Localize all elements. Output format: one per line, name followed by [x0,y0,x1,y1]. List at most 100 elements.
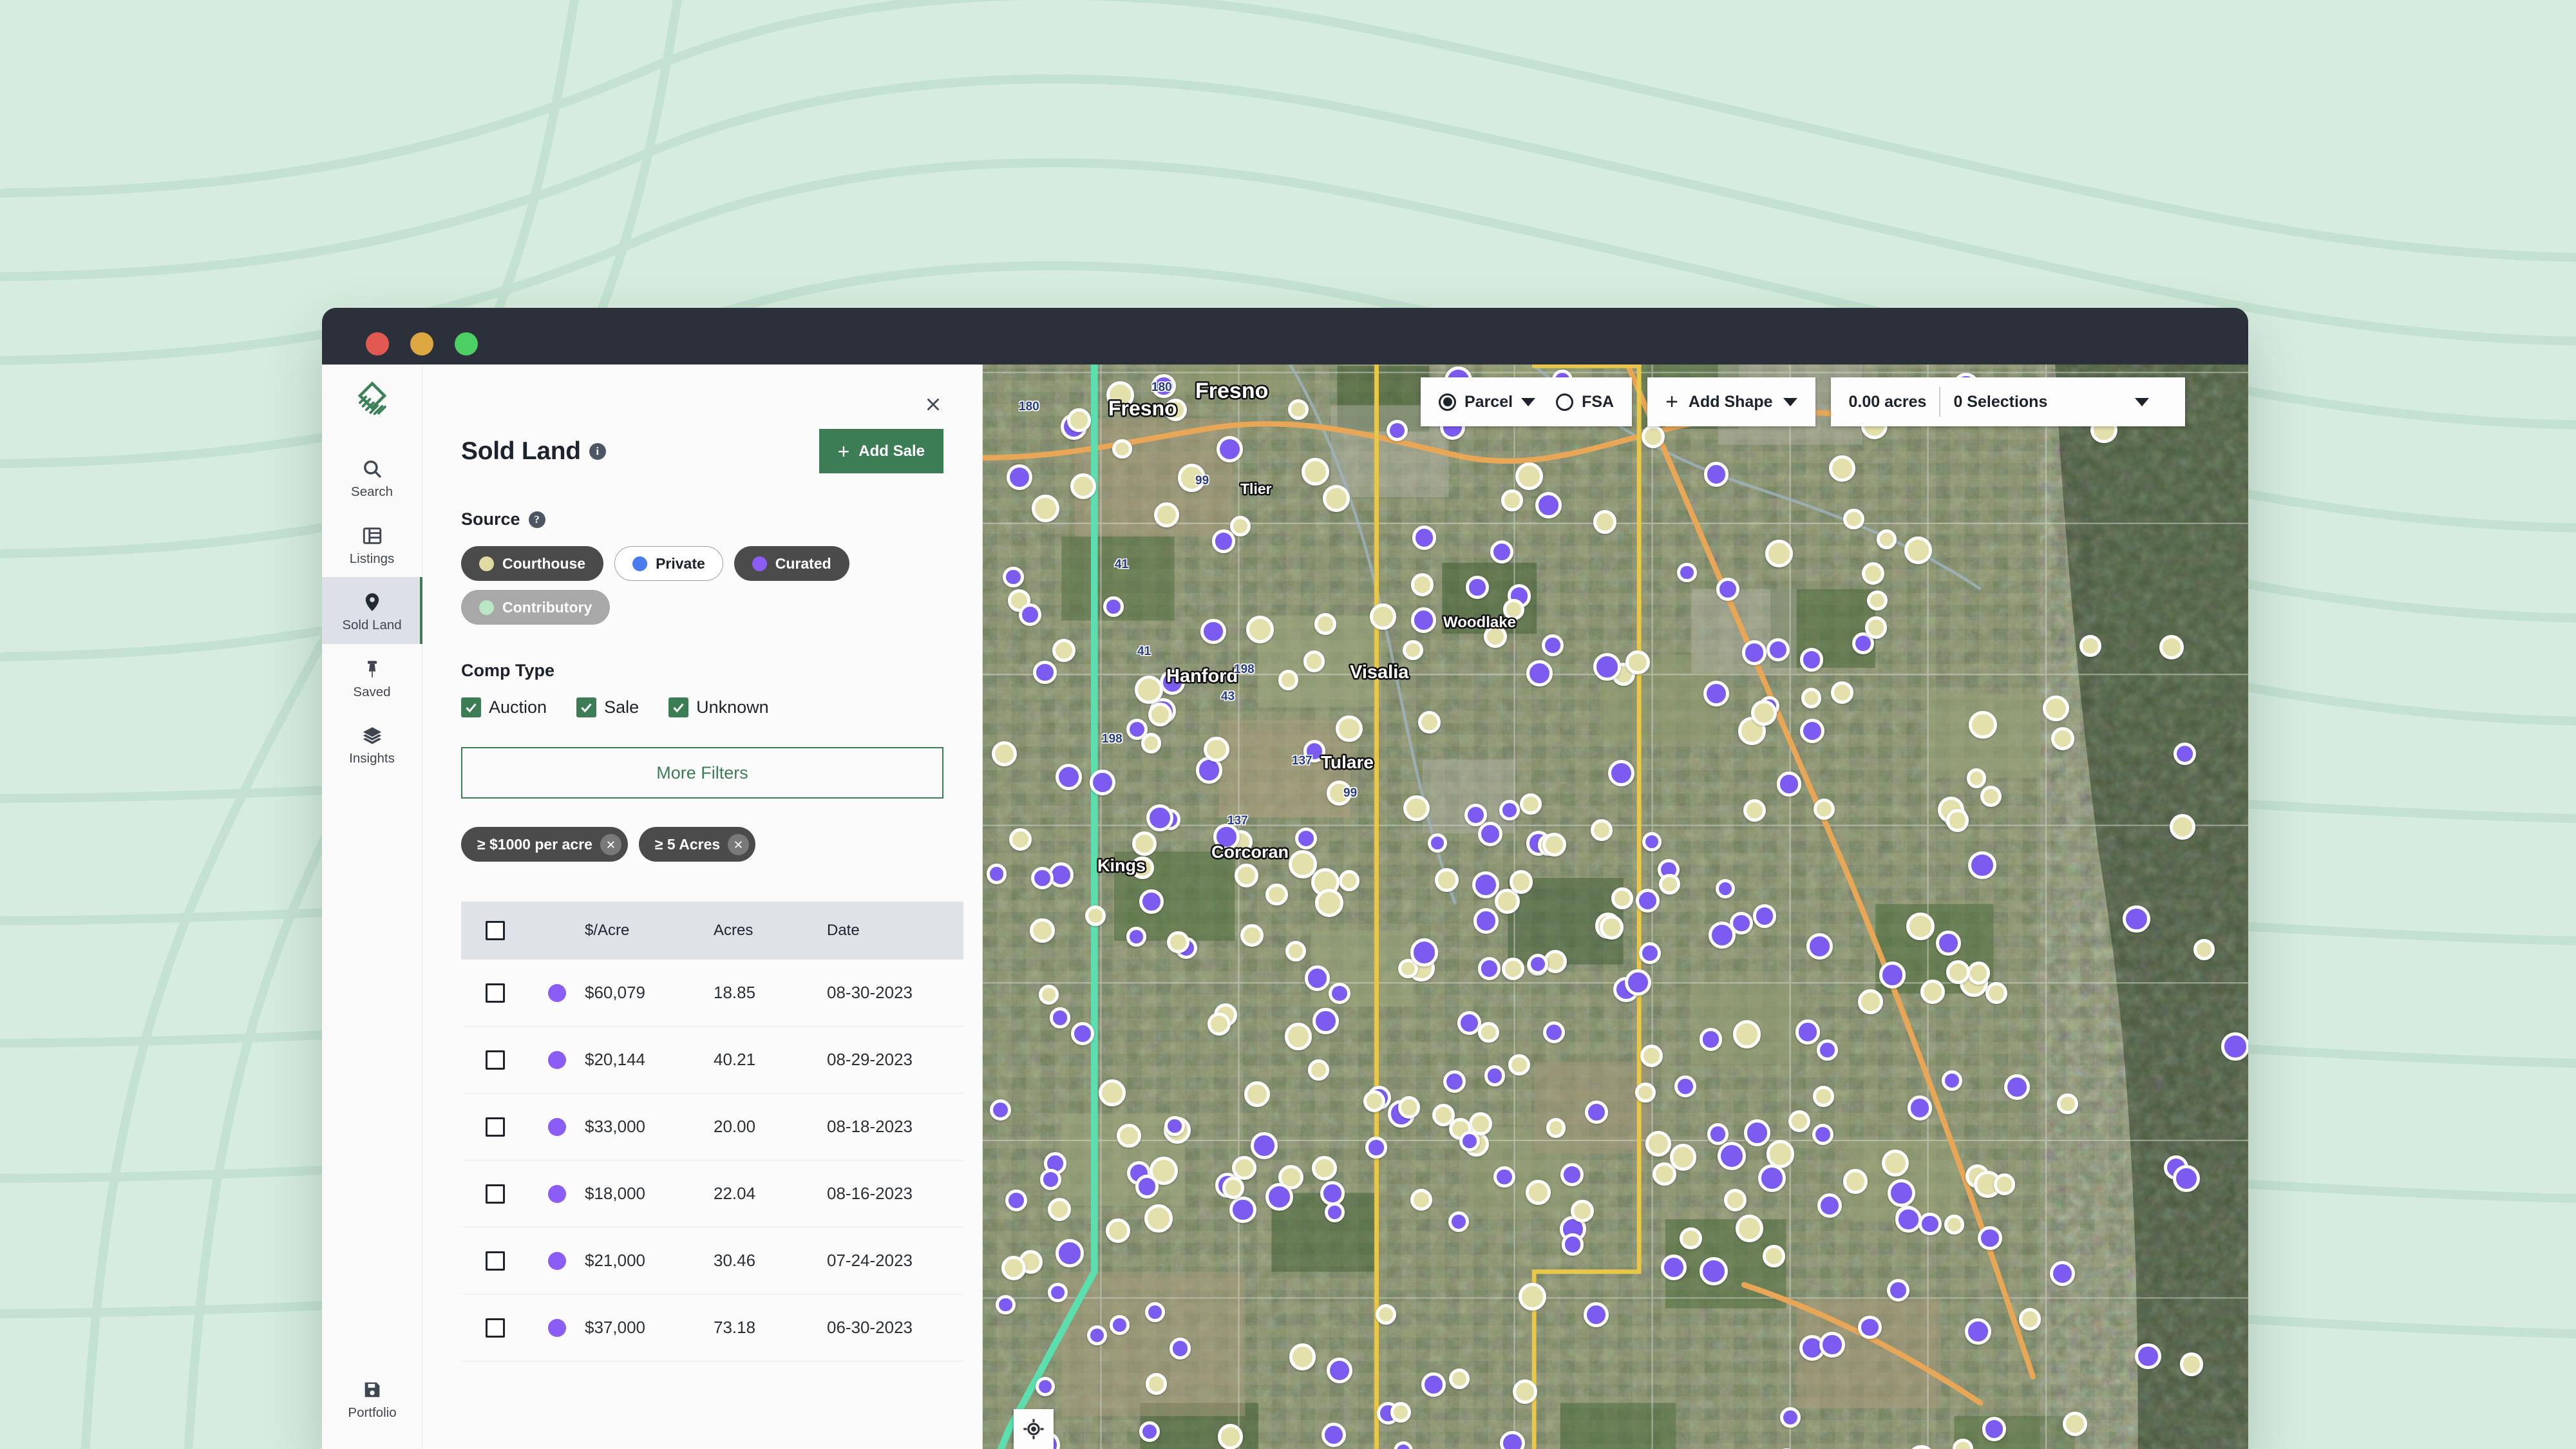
map-pin-curated[interactable] [1211,529,1236,553]
map-pin-curated[interactable] [1018,603,1041,627]
map-pin-curated[interactable] [1146,804,1173,832]
map-pin-courthouse[interactable] [1593,510,1617,534]
map-pin-courthouse[interactable] [1222,1177,1245,1199]
map-pin-curated[interactable] [1535,491,1562,518]
map-pin-courthouse[interactable] [1217,1424,1244,1449]
map-pin-curated[interactable] [1466,576,1489,599]
map-pin-courthouse[interactable] [1141,733,1162,753]
map-pin-courthouse[interactable] [1322,485,1350,513]
map-pin-curated[interactable] [1936,931,1961,956]
map-pin-courthouse[interactable] [1326,781,1352,806]
map-pin-curated[interactable] [1982,1417,2007,1441]
map-pin-courthouse[interactable] [1904,536,1932,565]
map-pin-curated[interactable] [1887,1179,1915,1207]
map-pin-courthouse[interactable] [1164,398,1188,422]
source-chip-curated[interactable]: Curated [734,546,849,581]
map-pin-curated[interactable] [1978,1226,2002,1251]
map-pin-curated[interactable] [1752,904,1777,928]
map-pin-courthouse[interactable] [1881,1150,1909,1177]
table-row[interactable]: $18,000 22.04 08-16-2023 [461,1160,963,1227]
map-pin-curated[interactable] [1528,953,1549,974]
window-minimize-button[interactable] [410,332,433,355]
map-pin-courthouse[interactable] [1503,599,1524,620]
map-pin-curated[interactable] [1819,1332,1846,1358]
map-pin-curated[interactable] [1895,1206,1922,1233]
map-pin-courthouse[interactable] [1148,702,1172,726]
map-pin-courthouse[interactable] [1502,958,1525,980]
map-pin-curated[interactable] [2134,1343,2161,1370]
map-pin-curated[interactable] [1321,1422,1347,1448]
map-pin-curated[interactable] [1160,669,1186,695]
map-pin-curated[interactable] [1135,1175,1159,1198]
map-pin-courthouse[interactable] [1570,1199,1594,1223]
window-zoom-button[interactable] [455,332,478,355]
map-pin-curated[interactable] [1151,374,1176,399]
map-pin-curated[interactable] [1145,1302,1166,1322]
map-pin-curated[interactable] [1071,1021,1095,1045]
map-pin-courthouse[interactable] [1098,1079,1126,1106]
map-pin-courthouse[interactable] [1303,650,1325,672]
map-pin-curated[interactable] [1561,1233,1584,1256]
filter-pill-acres[interactable]: ≥ 5 Acres [638,827,756,862]
map-pin-courthouse[interactable] [1403,795,1430,822]
row-checkbox[interactable] [486,1050,505,1070]
map-pin-courthouse[interactable] [1105,1218,1131,1243]
map-pin-courthouse[interactable] [1289,1343,1316,1371]
map-pin-curated[interactable] [2172,1165,2200,1192]
map-pin-curated[interactable] [1499,800,1520,820]
map-pin-curated[interactable] [1448,1211,1469,1232]
map-pin-courthouse[interactable] [1969,710,1998,739]
map-pin-courthouse[interactable] [1484,625,1507,648]
map-pin-courthouse[interactable] [1944,1214,1964,1235]
map-pin-courthouse[interactable] [2043,695,2069,722]
map-pin-curated[interactable] [1213,824,1240,850]
map-pin-courthouse[interactable] [1030,918,1055,943]
info-icon[interactable]: i [589,442,606,460]
column-header-date[interactable]: Date [827,922,963,940]
map-pin-curated[interactable] [1758,1164,1786,1193]
map-pin-courthouse[interactable] [1876,529,1897,550]
map-pin-courthouse[interactable] [1302,457,1330,486]
map-pin-courthouse[interactable] [1167,931,1189,954]
map-pin-courthouse[interactable] [1512,1379,1537,1405]
map-pin-curated[interactable] [1817,1193,1842,1218]
map-pin-courthouse[interactable] [1289,850,1317,878]
map-pin-courthouse[interactable] [1312,1155,1337,1181]
map-pin-curated[interactable] [1126,927,1146,947]
add-shape-group[interactable]: + Add Shape [1647,377,1815,426]
map-pin-curated[interactable] [1056,1239,1084,1267]
map-pin-curated[interactable] [1410,938,1439,967]
map-pin-curated[interactable] [1200,618,1226,645]
map-pin-curated[interactable] [1639,942,1661,964]
map-pin-curated[interactable] [1329,982,1350,1004]
map-pin-courthouse[interactable] [1861,562,1884,585]
map-pin-courthouse[interactable] [1830,681,1853,704]
map-pin-courthouse[interactable] [1864,616,1887,639]
row-checkbox[interactable] [486,1184,505,1204]
map-pin-courthouse[interactable] [2159,634,2184,659]
sidebar-item-saved[interactable]: Saved [322,644,422,711]
map-pin-courthouse[interactable] [1234,863,1258,887]
column-header-acres[interactable]: Acres [714,922,827,940]
map-pin-curated[interactable] [1048,1282,1068,1303]
map-pin-curated[interactable] [1593,653,1621,681]
window-close-button[interactable] [366,332,389,355]
map-pin-curated[interactable] [2050,1261,2076,1286]
map-pin-courthouse[interactable] [1659,873,1680,895]
map-pin-curated[interactable] [986,864,1007,884]
map-pin-curated[interactable] [2221,1032,2248,1061]
table-row[interactable]: $20,144 40.21 08-29-2023 [461,1027,963,1094]
table-row[interactable]: $60,079 18.85 08-30-2023 [461,960,963,1027]
map-pin-curated[interactable] [1716,578,1740,601]
map-pin-courthouse[interactable] [1048,1197,1072,1221]
chevron-down-icon[interactable] [1521,397,1536,406]
map-pin-curated[interactable] [1674,1075,1697,1097]
comp-type-sale[interactable]: Sale [576,697,639,717]
map-pin-curated[interactable] [996,1294,1016,1315]
map-pin-curated[interactable] [1412,526,1437,550]
map-pin-courthouse[interactable] [1112,439,1132,459]
map-pin-courthouse[interactable] [1642,424,1665,448]
map-pin-courthouse[interactable] [991,741,1017,767]
map-pin-courthouse[interactable] [1635,1082,1656,1103]
map-pin-courthouse[interactable] [2193,938,2215,960]
